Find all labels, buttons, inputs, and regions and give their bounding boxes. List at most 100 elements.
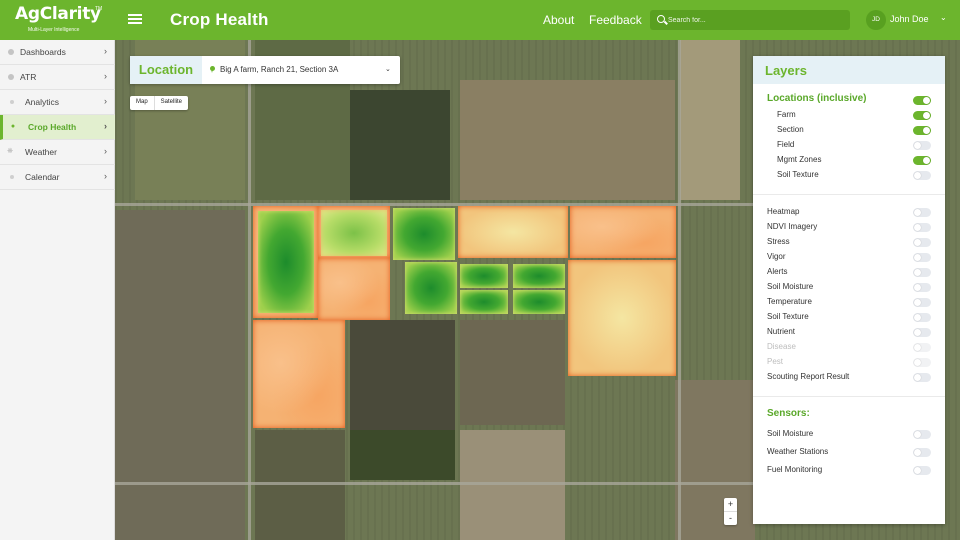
user-name[interactable]: John Doe <box>890 14 929 24</box>
layer-label: Nutrient <box>767 327 796 336</box>
mgmt-zones-toggle[interactable] <box>913 156 931 165</box>
heatmap-zone[interactable] <box>393 208 455 260</box>
heatmap-zone[interactable] <box>405 262 457 314</box>
logo-trademark: TM <box>95 6 103 12</box>
dashboard-icon <box>8 49 14 55</box>
layer-label: Disease <box>767 342 796 351</box>
alerts-toggle[interactable] <box>913 268 931 277</box>
vigor-toggle[interactable] <box>913 253 931 262</box>
stress-toggle[interactable] <box>913 238 931 247</box>
map-button[interactable]: Map <box>130 96 154 110</box>
nutrient-toggle[interactable] <box>913 328 931 337</box>
menu-icon[interactable] <box>128 12 142 28</box>
location-value[interactable]: Big A farm, Ranch 21, Section 3A <box>220 65 338 74</box>
heatmap-zone[interactable] <box>321 210 387 256</box>
layer-row-field: Field <box>753 138 945 153</box>
sidebar-item-crop-health[interactable]: ● Crop Health › <box>0 115 115 140</box>
avatar[interactable]: JD <box>866 10 886 30</box>
layers-title: Layers <box>753 56 945 84</box>
heatmap-zone[interactable] <box>570 206 676 258</box>
layer-row-temperature: Temperature <box>753 295 945 310</box>
sidebar-item-dashboards[interactable]: Dashboards › <box>0 40 115 65</box>
layers-panel: Layers Locations (inclusive) Farm Sectio… <box>753 56 945 524</box>
app-logo[interactable]: AgClarity TM Multi-Layer Intelligence <box>0 0 115 40</box>
map-field-patch <box>350 320 455 430</box>
layer-label: Mgmt Zones <box>777 155 822 164</box>
about-link[interactable]: About <box>543 13 574 27</box>
map-road <box>678 40 681 540</box>
atr-icon <box>8 74 14 80</box>
layer-row-vigor: Vigor <box>753 250 945 265</box>
heatmap-zone[interactable] <box>253 320 345 428</box>
sensor-fuel-monitoring-toggle[interactable] <box>913 466 931 475</box>
soil-texture-toggle[interactable] <box>913 171 931 180</box>
crop-health-icon: ● <box>10 123 16 130</box>
layer-label: Section <box>777 125 804 134</box>
heatmap-zone[interactable] <box>568 260 676 376</box>
farm-toggle[interactable] <box>913 111 931 120</box>
soil-moisture-toggle[interactable] <box>913 283 931 292</box>
layer-label: Scouting Report Result <box>767 372 850 381</box>
heatmap-zone[interactable] <box>458 206 568 258</box>
field-toggle[interactable] <box>913 141 931 150</box>
map-field-patch <box>460 320 565 425</box>
map-field-patch <box>350 430 455 480</box>
sidebar-item-label: Crop Health <box>28 122 77 132</box>
sensors-heading-row: Sensors: <box>753 408 945 423</box>
layer-row-heatmap: Heatmap <box>753 205 945 220</box>
pest-toggle <box>913 358 931 367</box>
sidebar-item-analytics[interactable]: Analytics › <box>0 90 115 115</box>
sidebar-item-label: ATR <box>20 72 37 82</box>
sidebar-item-label: Analytics <box>25 97 60 107</box>
locations-toggle[interactable] <box>913 96 931 105</box>
ndvi-toggle[interactable] <box>913 223 931 232</box>
sensor-row-soil-moisture: Soil Moisture <box>753 427 945 442</box>
search-box <box>650 10 850 30</box>
sidebar-item-weather[interactable]: ❋ Weather › <box>0 140 115 165</box>
analytics-icon <box>10 100 14 104</box>
layer-label: Soil Moisture <box>767 282 814 291</box>
chevron-right-icon: › <box>104 121 107 131</box>
temperature-toggle[interactable] <box>913 298 931 307</box>
location-label: Location <box>130 56 202 84</box>
sensor-label: Fuel Monitoring <box>767 465 823 474</box>
sensor-weather-stations-toggle[interactable] <box>913 448 931 457</box>
layer-row-stress: Stress <box>753 235 945 250</box>
scouting-report-toggle[interactable] <box>913 373 931 382</box>
heatmap-toggle[interactable] <box>913 208 931 217</box>
sidebar-item-calendar[interactable]: Calendar › <box>0 165 115 190</box>
location-selector[interactable]: Location Big A farm, Ranch 21, Section 3… <box>130 56 400 84</box>
calendar-icon <box>10 175 14 179</box>
heatmap-zone[interactable] <box>513 290 565 314</box>
feedback-link[interactable]: Feedback <box>589 13 642 27</box>
map-field-patch <box>255 430 345 540</box>
heatmap-zone[interactable] <box>460 290 508 314</box>
layer-label: Field <box>777 140 795 149</box>
heatmap-zone[interactable] <box>318 258 390 320</box>
sidebar-item-label: Dashboards <box>20 47 66 57</box>
page-title: Crop Health <box>170 10 269 29</box>
chevron-down-icon[interactable]: ⌄ <box>940 13 947 22</box>
heatmap-zone[interactable] <box>258 211 314 313</box>
soil-texture-overlay-toggle[interactable] <box>913 313 931 322</box>
zoom-out-button[interactable]: - <box>724 511 737 524</box>
sensor-soil-moisture-toggle[interactable] <box>913 430 931 439</box>
layer-row-ndvi: NDVI Imagery <box>753 220 945 235</box>
disease-toggle <box>913 343 931 352</box>
heatmap-zone[interactable] <box>513 264 565 288</box>
search-input[interactable] <box>668 12 846 28</box>
zoom-in-button[interactable]: + <box>724 498 737 511</box>
sidebar-item-label: Calendar <box>25 172 60 182</box>
sidebar-item-atr[interactable]: ATR › <box>0 65 115 90</box>
layer-row-nutrient: Nutrient <box>753 325 945 340</box>
satellite-button[interactable]: Satellite <box>153 96 188 110</box>
layer-row-soil-texture-overlay: Soil Texture <box>753 310 945 325</box>
section-toggle[interactable] <box>913 126 931 135</box>
sidebar: Dashboards › ATR › Analytics › ● Crop He… <box>0 40 115 540</box>
chevron-down-icon[interactable]: ⌄ <box>385 65 391 73</box>
map-field-patch <box>680 40 740 200</box>
logo-text: AgClarity <box>15 4 101 24</box>
map-field-patch <box>675 380 755 540</box>
heatmap-zone[interactable] <box>460 264 508 288</box>
layer-row-scouting-report: Scouting Report Result <box>753 370 945 385</box>
